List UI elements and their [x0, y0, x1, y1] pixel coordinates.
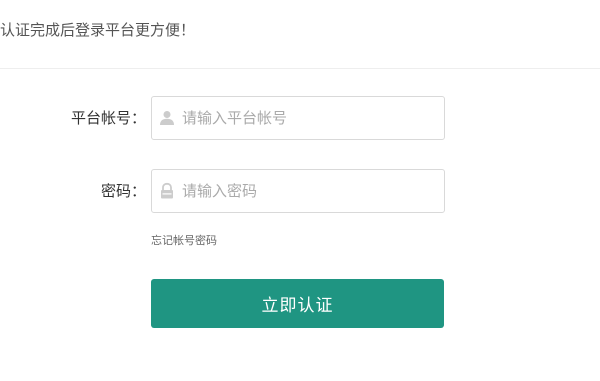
password-field[interactable] [151, 169, 445, 213]
auth-notice: 认证完成后登录平台更方便！ [0, 21, 196, 39]
account-row: 平台帐号： [0, 96, 600, 140]
forgot-password-link[interactable]: 忘记帐号密码 [151, 234, 217, 248]
auth-page: 认证完成后登录平台更方便！ 平台帐号： 密码： [0, 0, 600, 381]
lock-icon [158, 182, 176, 200]
header-divider [0, 68, 600, 69]
password-label: 密码： [100, 182, 146, 200]
password-row: 密码： [0, 169, 600, 213]
submit-button[interactable]: 立即认证 [151, 279, 444, 328]
password-input[interactable] [182, 170, 438, 212]
user-icon [158, 109, 176, 127]
account-label: 平台帐号： [70, 109, 146, 127]
account-input[interactable] [182, 97, 438, 139]
account-field[interactable] [151, 96, 445, 140]
